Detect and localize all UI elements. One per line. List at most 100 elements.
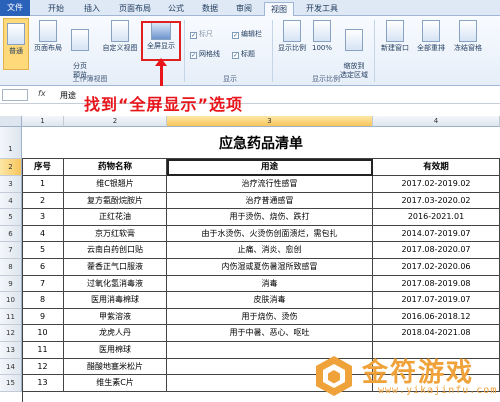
table-cell[interactable]: 正红花油 <box>64 209 167 226</box>
table-cell[interactable]: 云南白药创口贴 <box>64 242 167 259</box>
zoom-button[interactable]: 显示比例 <box>276 20 308 70</box>
table-cell[interactable]: 2016.06-2018.12 <box>373 308 500 326</box>
fx-icon[interactable]: fx <box>38 89 46 98</box>
table-cell[interactable]: 龙虎人丹 <box>64 325 167 342</box>
table-cell[interactable]: 10 <box>22 325 64 342</box>
header-cell[interactable]: 序号 <box>22 159 64 176</box>
table-cell[interactable]: 止痛、消炎、愈创 <box>167 242 373 259</box>
table-cell[interactable]: 9 <box>22 308 64 326</box>
formula-input[interactable]: 用途 <box>60 90 76 101</box>
tab-review[interactable]: 审阅 <box>232 2 256 16</box>
page-layout-view-button[interactable]: 页面布局 <box>31 20 65 70</box>
row-header[interactable]: 5 <box>0 209 22 226</box>
sheet-title[interactable]: 应急药品清单 <box>22 127 500 159</box>
header-cell[interactable]: 有效期 <box>373 159 500 176</box>
zoom-to-selection-button[interactable]: 缩放到 选定区域 <box>336 20 372 79</box>
table-cell[interactable]: 用于中暑、恶心、呕吐 <box>167 325 373 342</box>
new-window-button[interactable]: 新建窗口 <box>378 20 412 70</box>
table-cell[interactable]: 用于烧伤、烫伤 <box>167 308 373 326</box>
column-header-2[interactable]: 2 <box>64 116 167 127</box>
tab-data[interactable]: 数据 <box>198 2 222 16</box>
table-cell[interactable]: 甲紫溶液 <box>64 308 167 326</box>
row-header[interactable]: 8 <box>0 259 22 276</box>
row-header[interactable]: 4 <box>0 192 22 210</box>
headings-checkbox[interactable]: ✓ 标题 <box>232 50 255 59</box>
name-box[interactable] <box>2 89 28 101</box>
select-all-corner[interactable] <box>0 116 22 127</box>
ruler-checkbox[interactable]: ✓ 标尺 <box>190 30 213 39</box>
table-cell[interactable]: 1 <box>22 176 64 193</box>
table-cell[interactable]: 消毒 <box>167 275 373 293</box>
row-header[interactable]: 15 <box>0 375 22 392</box>
zoom-100-button[interactable]: 100% <box>310 20 334 70</box>
table-cell[interactable]: 醋酸地塞米松片 <box>64 358 167 376</box>
row-header[interactable]: 12 <box>0 325 22 342</box>
group-separator <box>272 20 273 82</box>
table-cell[interactable]: 藿香正气口服液 <box>64 259 167 276</box>
table-cell[interactable]: 2017.07-2019.07 <box>373 292 500 309</box>
table-cell[interactable]: 内伤湿或夏伤暑湿所致感冒 <box>167 259 373 276</box>
table-cell[interactable]: 皮肤消毒 <box>167 292 373 309</box>
table-cell[interactable]: 2017.08-2019.08 <box>373 275 500 293</box>
arrange-all-icon <box>422 20 440 42</box>
table-cell[interactable]: 医用棉球 <box>64 342 167 359</box>
table-cell[interactable]: 2014.07-2019.07 <box>373 225 500 243</box>
table-cell[interactable]: 12 <box>22 358 64 376</box>
table-cell[interactable]: 医用消毒棉球 <box>64 292 167 309</box>
arrange-all-button[interactable]: 全部重排 <box>414 20 448 70</box>
table-cell[interactable]: 维生素C片 <box>64 375 167 392</box>
row-header[interactable]: 7 <box>0 242 22 259</box>
freeze-panes-button[interactable]: 冻结窗格 <box>450 20 486 70</box>
table-cell[interactable]: 治疗流行性感冒 <box>167 176 373 193</box>
header-cell[interactable]: 用途 <box>167 159 373 176</box>
table-cell[interactable]: 2017.02-2019.02 <box>373 176 500 193</box>
formula-bar-checkbox[interactable]: ✓ 编辑栏 <box>232 30 262 39</box>
table-cell[interactable]: 2017.02-2020.06 <box>373 259 500 276</box>
table-cell[interactable]: 8 <box>22 292 64 309</box>
table-cell[interactable]: 治疗普通感冒 <box>167 192 373 210</box>
table-cell[interactable]: 11 <box>22 342 64 359</box>
row-header[interactable]: 13 <box>0 342 22 359</box>
tab-formulas[interactable]: 公式 <box>164 2 188 16</box>
table-cell[interactable]: 3 <box>22 209 64 226</box>
table-cell[interactable]: 6 <box>22 259 64 276</box>
gridlines-checkbox[interactable]: ✓ 网格线 <box>190 50 220 59</box>
column-header-3[interactable]: 3 <box>167 116 373 127</box>
table-cell[interactable]: 维C银翘片 <box>64 176 167 193</box>
tab-file[interactable]: 文件 <box>0 0 30 16</box>
tab-view[interactable]: 视图 <box>264 2 294 17</box>
column-header-4[interactable]: 4 <box>373 116 500 127</box>
row-header[interactable]: 9 <box>0 275 22 293</box>
tab-insert[interactable]: 插入 <box>80 2 104 16</box>
row-header[interactable]: 3 <box>0 176 22 193</box>
row-header[interactable]: 6 <box>0 225 22 243</box>
table-cell[interactable]: 2017.08-2020.07 <box>373 242 500 259</box>
row-header[interactable]: 1 <box>0 127 22 159</box>
table-cell[interactable]: 2 <box>22 192 64 210</box>
page-break-preview-button[interactable]: 分页 预览 <box>67 20 93 79</box>
tab-page-layout[interactable]: 页面布局 <box>115 2 155 16</box>
row-header[interactable]: 11 <box>0 308 22 326</box>
header-cell[interactable]: 药物名称 <box>64 159 167 176</box>
table-cell[interactable]: 5 <box>22 242 64 259</box>
table-cell[interactable]: 复方氨酚烷胺片 <box>64 192 167 210</box>
table-cell[interactable]: 7 <box>22 275 64 293</box>
table-cell[interactable]: 2016-2021.01 <box>373 209 500 226</box>
column-header-1[interactable]: 1 <box>22 116 64 127</box>
table-cell[interactable]: 2018.04-2021.08 <box>373 325 500 342</box>
table-cell[interactable]: 过氧化氢消毒液 <box>64 275 167 293</box>
table-cell[interactable]: 4 <box>22 225 64 243</box>
table-cell[interactable]: 用于烫伤、烧伤、跌打 <box>167 209 373 226</box>
row-header[interactable]: 14 <box>0 358 22 376</box>
row-header[interactable]: 10 <box>0 292 22 309</box>
group-label-workbook-views: 工作簿视图 <box>72 75 108 83</box>
row-header[interactable]: 2 <box>0 159 22 176</box>
table-cell[interactable]: 13 <box>22 375 64 392</box>
table-cell[interactable]: 京万红软膏 <box>64 225 167 243</box>
custom-views-button[interactable]: 自定义视图 <box>100 20 140 70</box>
table-cell[interactable]: 由于水烫伤、火烫伤创面溃烂，需包扎 <box>167 225 373 243</box>
table-cell[interactable]: 2017.03-2020.02 <box>373 192 500 210</box>
tab-developer[interactable]: 开发工具 <box>302 2 342 16</box>
tab-home[interactable]: 开始 <box>44 2 68 16</box>
normal-view-button[interactable]: 普通 <box>3 18 29 70</box>
